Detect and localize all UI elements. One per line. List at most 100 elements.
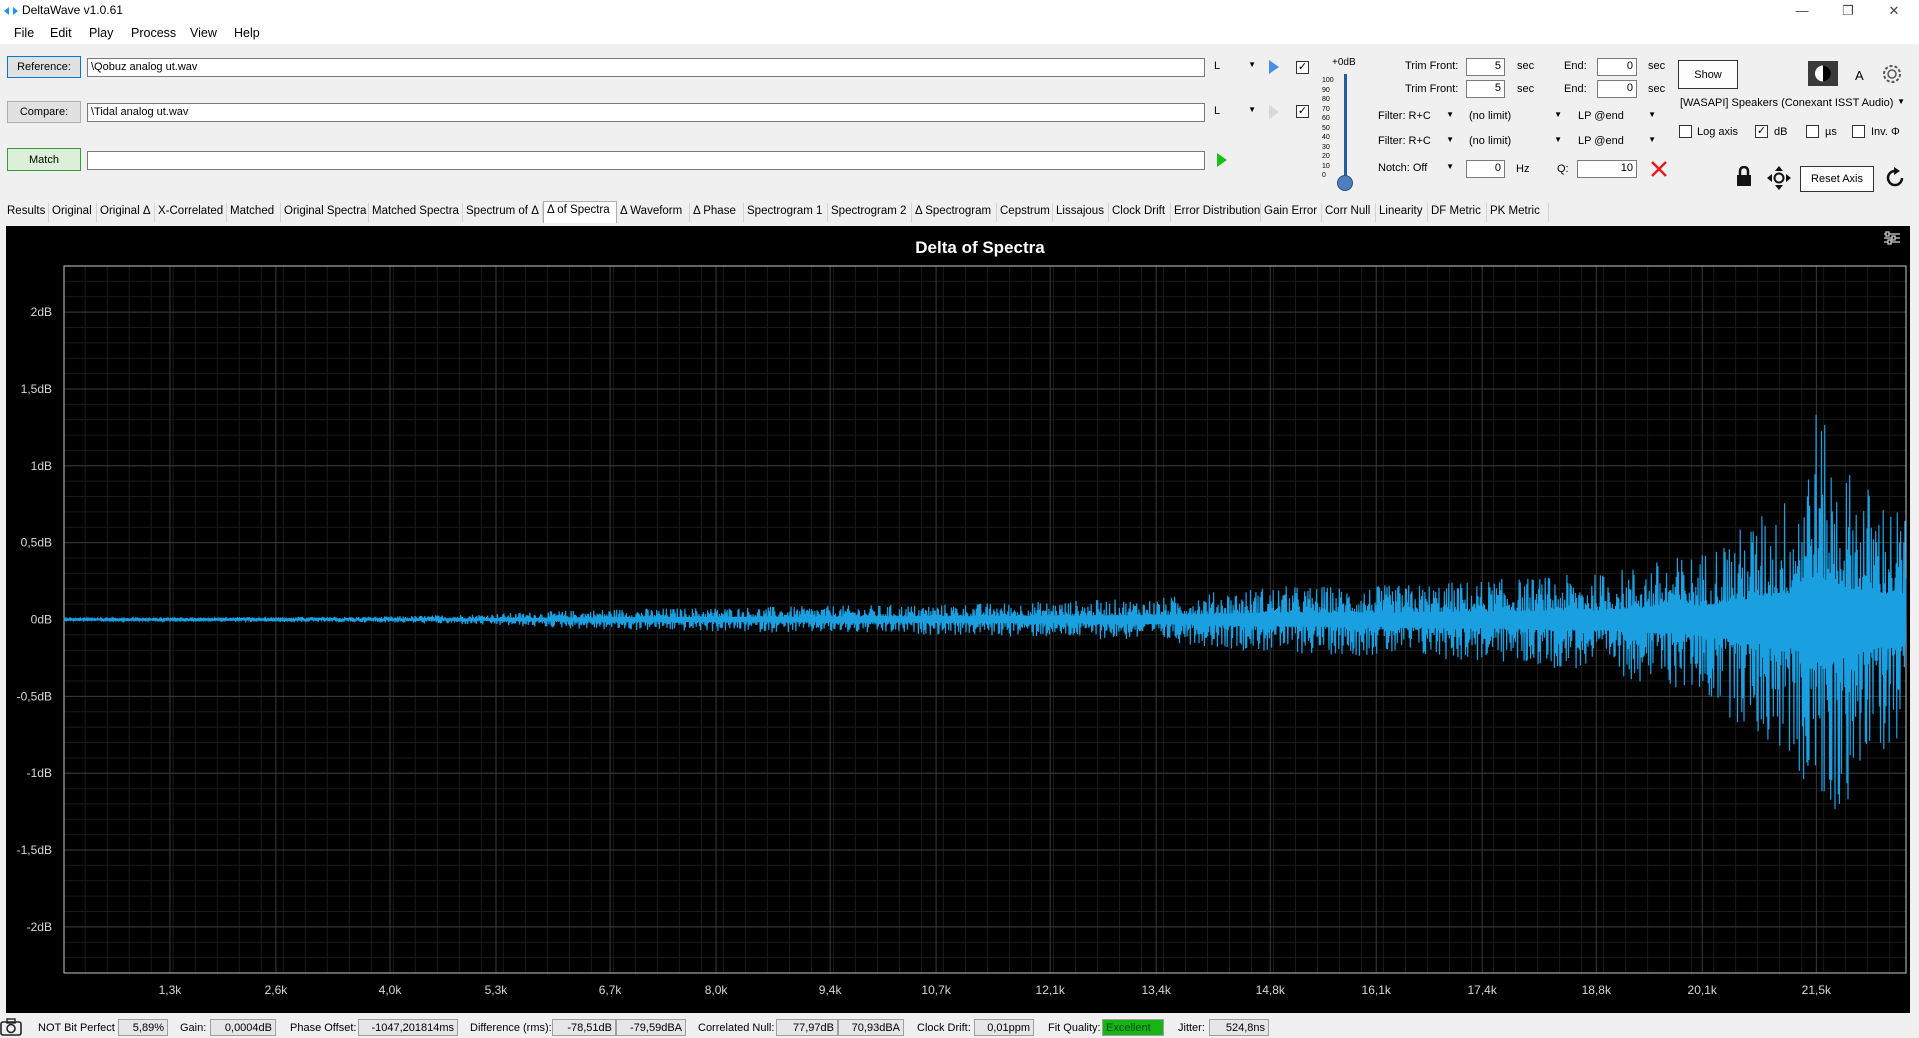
y-tick-label: 1,5dB <box>21 382 52 396</box>
cmp-trim-end-input[interactable]: 0 <box>1597 80 1637 98</box>
compare-button[interactable]: Compare: <box>7 101 81 123</box>
show-button[interactable]: Show <box>1678 60 1738 89</box>
compare-enable-checkbox[interactable]: ✓ <box>1296 105 1309 118</box>
run-match-icon[interactable] <box>1215 151 1229 169</box>
play-compare-icon[interactable] <box>1267 103 1281 121</box>
y-tick-label: 1dB <box>31 459 52 473</box>
difference-db-value: -78,51dB <box>552 1019 616 1036</box>
tab-13[interactable]: Δ Spectrogram <box>912 203 997 222</box>
audio-device-select[interactable]: [WASAPI] Speakers (Conexant ISST Audio) ▼ <box>1676 95 1909 114</box>
chevron-down-icon: ▼ <box>1446 162 1454 171</box>
menu-edit[interactable]: Edit <box>50 26 72 40</box>
db-label: dB <box>1774 126 1788 138</box>
gear-icon[interactable] <box>1880 62 1904 86</box>
tab-6[interactable]: Matched Spectra <box>369 203 463 222</box>
play-reference-icon[interactable] <box>1267 58 1281 76</box>
font-size-label[interactable]: A <box>1855 68 1864 83</box>
correlated-null-label: Correlated Null: <box>698 1022 775 1034</box>
match-button[interactable]: Match <box>7 148 81 171</box>
chevron-down-icon: ▼ <box>1897 97 1905 106</box>
y-tick-label: -0,5dB <box>17 689 52 703</box>
tab-4[interactable]: Matched <box>227 203 281 222</box>
cmp-lp-select[interactable]: LP @end ▼ <box>1574 133 1660 152</box>
minimize-icon[interactable]: — <box>1779 0 1825 22</box>
lock-icon[interactable] <box>1735 166 1753 188</box>
level-slider-track[interactable] <box>1344 74 1347 182</box>
tab-18[interactable]: Gain Error <box>1261 203 1322 222</box>
reference-path-field[interactable]: \Qobuz analog ut.wav <box>87 58 1205 77</box>
camera-icon[interactable] <box>0 1018 22 1036</box>
tab-21[interactable]: DF Metric <box>1428 203 1487 222</box>
ref-trim-end-input[interactable]: 0 <box>1597 58 1637 76</box>
difference-label: Difference (rms): <box>470 1022 552 1034</box>
cmp-lp-value: LP @end <box>1578 135 1624 147</box>
notch-hz-input[interactable]: 0 <box>1466 160 1505 178</box>
log-axis-checkbox[interactable] <box>1679 125 1692 138</box>
notch-select[interactable]: Notch: Off ▼ <box>1374 160 1458 179</box>
tab-14[interactable]: Cepstrum <box>997 203 1053 222</box>
bit-perfect-label: NOT Bit Perfect <box>38 1022 115 1034</box>
tab-8[interactable]: Δ of Spectra <box>543 201 617 223</box>
sec-label: sec <box>1517 60 1535 72</box>
level-slider-thumb[interactable] <box>1337 175 1353 191</box>
tab-16[interactable]: Clock Drift <box>1109 203 1171 222</box>
db-checkbox[interactable]: ✓ <box>1755 125 1768 138</box>
pan-move-icon[interactable] <box>1766 165 1792 191</box>
chevron-down-icon: ▼ <box>1648 110 1656 119</box>
tab-19[interactable]: Corr Null <box>1322 203 1376 222</box>
reference-button[interactable]: Reference: <box>7 56 81 78</box>
cmp-trim-front-input[interactable]: 5 <box>1466 80 1505 98</box>
q-input[interactable]: 10 <box>1577 160 1637 178</box>
tab-0[interactable]: Results <box>4 203 49 222</box>
tab-20[interactable]: Linearity <box>1376 203 1428 222</box>
menu-help[interactable]: Help <box>234 26 260 40</box>
delta-of-spectra-chart[interactable]: 2dB 1,5dB 1dB 0,5dB 0dB -0,5dB -1dB -1,5dB -2dB 1… <box>6 226 1910 1013</box>
tab-10[interactable]: Δ Phase <box>690 203 744 222</box>
correlated-null-db-value: 77,97dB <box>776 1019 838 1036</box>
phase-offset-label: Phase Offset: <box>290 1022 357 1034</box>
notch-value: Notch: Off <box>1378 162 1428 174</box>
clear-filters-icon[interactable] <box>1649 159 1669 179</box>
ref-limit-select[interactable]: (no limit) ▼ <box>1465 108 1566 127</box>
chevron-down-icon: ▼ <box>1648 135 1656 144</box>
tab-11[interactable]: Spectrogram 1 <box>744 203 828 222</box>
tab-12[interactable]: Spectrogram 2 <box>828 203 912 222</box>
theme-toggle-icon[interactable] <box>1808 61 1838 86</box>
ref-lp-select[interactable]: LP @end ▼ <box>1574 108 1660 127</box>
maximize-icon[interactable]: ❐ <box>1825 0 1871 22</box>
reference-channel-value: L <box>1214 60 1221 72</box>
x-tick-label: 10,7k <box>921 983 951 997</box>
us-checkbox[interactable] <box>1806 125 1819 138</box>
tab-7[interactable]: Spectrum of Δ <box>463 203 543 222</box>
reference-enable-checkbox[interactable]: ✓ <box>1296 61 1309 74</box>
y-tick-label: 2dB <box>31 305 52 319</box>
tab-22[interactable]: PK Metric <box>1487 203 1549 222</box>
menu-process[interactable]: Process <box>131 26 176 40</box>
chart-settings-icon[interactable] <box>1884 231 1900 245</box>
tab-9[interactable]: Δ Waveform <box>617 203 690 222</box>
tab-15[interactable]: Lissajous <box>1053 203 1109 222</box>
reset-axis-button[interactable]: Reset Axis <box>1800 166 1874 192</box>
tab-17[interactable]: Error Distribution <box>1171 203 1261 222</box>
tab-2[interactable]: Original Δ <box>97 203 155 222</box>
reference-channel-select[interactable]: L ▼ <box>1210 58 1260 77</box>
compare-path-field[interactable]: \Tidal analog ut.wav <box>87 103 1205 122</box>
tab-5[interactable]: Original Spectra <box>281 203 369 222</box>
ref-filter-select[interactable]: Filter: R+C ▼ <box>1374 108 1458 127</box>
menu-play[interactable]: Play <box>89 26 113 40</box>
cmp-filter-select[interactable]: Filter: R+C ▼ <box>1374 133 1458 152</box>
menu-view[interactable]: View <box>190 26 217 40</box>
us-label: µs <box>1825 126 1837 138</box>
close-icon[interactable]: ✕ <box>1871 0 1917 22</box>
cmp-limit-select[interactable]: (no limit) ▼ <box>1465 133 1566 152</box>
tab-1[interactable]: Original <box>49 203 97 222</box>
refresh-icon[interactable] <box>1883 166 1907 190</box>
x-tick-label: 4,0k <box>379 983 403 997</box>
level-tick: 60 <box>1322 115 1330 122</box>
invert-phase-checkbox[interactable] <box>1852 125 1865 138</box>
match-progress-field <box>87 151 1205 170</box>
ref-trim-front-input[interactable]: 5 <box>1466 58 1505 76</box>
compare-channel-select[interactable]: L ▼ <box>1210 103 1260 122</box>
menu-file[interactable]: File <box>14 26 34 40</box>
tab-3[interactable]: X-Correlated <box>155 203 227 222</box>
